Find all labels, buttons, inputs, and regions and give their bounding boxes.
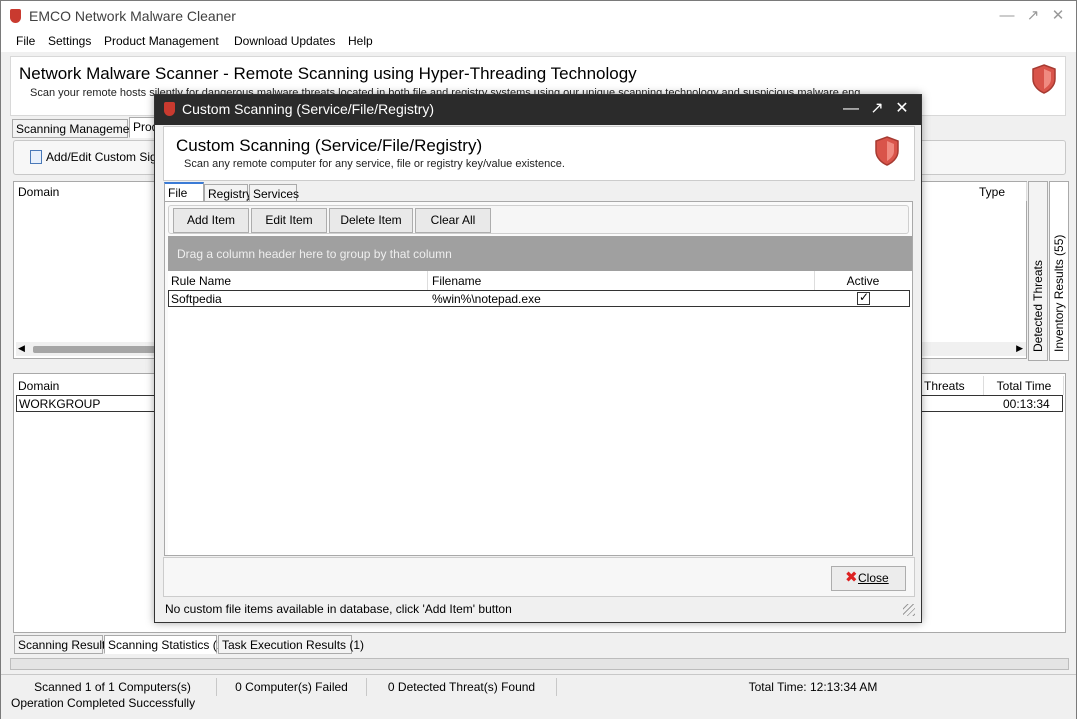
- menu-download-updates[interactable]: Download Updates: [234, 34, 335, 48]
- group-by-panel[interactable]: Drag a column header here to group by th…: [168, 236, 912, 271]
- status-scanned: Scanned 1 of 1 Computers(s): [9, 678, 217, 696]
- dialog-header-subtitle: Scan any remote computer for any service…: [184, 158, 565, 170]
- menu-settings[interactable]: Settings: [48, 34, 91, 48]
- minimize-button[interactable]: —: [996, 6, 1018, 26]
- menu-bar: File Settings Product Management Downloa…: [1, 32, 1076, 52]
- tab-scanning-results[interactable]: Scanning Results: [14, 635, 111, 654]
- tab-scanning-management[interactable]: Scanning Management: [12, 119, 139, 138]
- dialog-status-text: No custom file items available in databa…: [165, 602, 512, 616]
- resize-grip[interactable]: [903, 604, 915, 616]
- close-dialog-button[interactable]: ✖ Close: [831, 566, 906, 591]
- dialog-title: Custom Scanning (Service/File/Registry): [182, 101, 435, 117]
- col-threats[interactable]: Threats: [920, 376, 984, 395]
- status-total-time: Total Time: 12:13:34 AM: [748, 680, 878, 694]
- delete-item-button[interactable]: Delete Item: [329, 208, 413, 233]
- dialog-minimize-button[interactable]: —: [840, 99, 862, 119]
- dialog-header-title: Custom Scanning (Service/File/Registry): [176, 136, 483, 155]
- table-row[interactable]: Softpedia %win%\notepad.exe: [168, 290, 910, 307]
- shield-logo-icon: [875, 136, 899, 166]
- cell-filename: %win%\notepad.exe: [432, 292, 541, 306]
- dialog-button-bar: Add Item Edit Item Delete Item Clear All: [168, 205, 909, 234]
- status-failed: 0 Computer(s) Failed: [217, 678, 367, 696]
- dialog-shield-icon: [164, 102, 175, 116]
- red-x-icon: ✖: [845, 569, 858, 586]
- scroll-left-icon[interactable]: ◀: [18, 343, 25, 354]
- title-bar: EMCO Network Malware Cleaner — ↗ ✕: [1, 1, 1076, 32]
- dialog-title-bar: Custom Scanning (Service/File/Registry) …: [155, 95, 921, 125]
- tab-task-execution-results[interactable]: Task Execution Results (1): [218, 635, 364, 654]
- menu-file[interactable]: File: [16, 34, 35, 48]
- tab-file[interactable]: File: [164, 182, 204, 202]
- document-add-icon: [30, 150, 42, 164]
- scroll-right-icon[interactable]: ▶: [1016, 343, 1023, 354]
- maximize-button[interactable]: ↗: [1022, 6, 1044, 26]
- status-message: Operation Completed Successfully: [11, 696, 196, 710]
- side-tabs: Detected Threats Inventory Results (55): [1028, 181, 1069, 361]
- status-threats: 0 Detected Threat(s) Found: [367, 678, 557, 696]
- cell-domain: WORKGROUP: [19, 397, 101, 411]
- dialog-body: Add Item Edit Item Delete Item Clear All…: [164, 201, 913, 556]
- col-domain-lower[interactable]: Domain: [14, 376, 158, 395]
- status-bar: Scanned 1 of 1 Computers(s) 0 Computer(s…: [1, 674, 1076, 719]
- scrollbar-thumb[interactable]: [33, 346, 157, 353]
- dialog-footer: ✖ Close: [163, 557, 915, 597]
- edit-item-button[interactable]: Edit Item: [251, 208, 327, 233]
- col-type[interactable]: Type: [975, 182, 1027, 201]
- header-title: Network Malware Scanner - Remote Scannin…: [19, 64, 637, 83]
- tab-detected-threats[interactable]: Detected Threats: [1028, 181, 1048, 361]
- col-total-time[interactable]: Total Time: [985, 376, 1064, 395]
- col-rule-name[interactable]: Rule Name: [168, 271, 428, 290]
- cell-total-time: 00:13:34: [1003, 397, 1050, 411]
- dialog-grid: Rule Name Filename Active Softpedia %win…: [168, 271, 912, 555]
- progress-bar: [10, 658, 1069, 670]
- dialog-maximize-button[interactable]: ↗: [866, 99, 888, 119]
- menu-help[interactable]: Help: [348, 34, 373, 48]
- tab-scanning-statistics[interactable]: Scanning Statistics (1): [104, 635, 227, 654]
- col-filename[interactable]: Filename: [429, 271, 815, 290]
- clear-all-button[interactable]: Clear All: [415, 208, 491, 233]
- tab-inventory-results[interactable]: Inventory Results (55): [1049, 181, 1069, 361]
- shield-logo-icon: [1032, 64, 1056, 94]
- menu-product-management[interactable]: Product Management: [104, 34, 219, 48]
- add-edit-custom-signature-button[interactable]: Add/Edit Custom Signa: [30, 150, 170, 164]
- col-domain[interactable]: Domain: [14, 182, 158, 201]
- app-shield-icon: [10, 9, 21, 23]
- active-checkbox[interactable]: [857, 290, 870, 305]
- close-button[interactable]: ✕: [1047, 6, 1069, 26]
- col-active[interactable]: Active: [816, 271, 910, 290]
- dialog-header: Custom Scanning (Service/File/Registry) …: [163, 126, 915, 181]
- custom-scanning-dialog: Custom Scanning (Service/File/Registry) …: [154, 94, 922, 623]
- add-item-button[interactable]: Add Item: [173, 208, 249, 233]
- dialog-close-x-button[interactable]: ✕: [891, 99, 913, 119]
- cell-rule-name: Softpedia: [171, 292, 222, 306]
- window-title: EMCO Network Malware Cleaner: [29, 8, 236, 24]
